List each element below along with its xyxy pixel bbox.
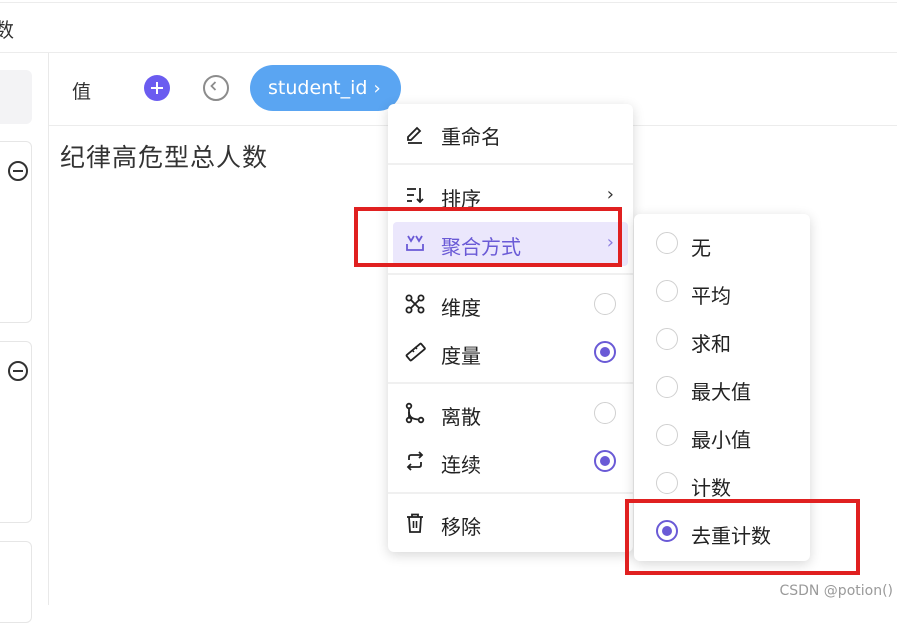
- collapse-button[interactable]: [203, 75, 229, 101]
- menu-divider: [388, 382, 633, 384]
- aggregation-option-max[interactable]: 最大值: [634, 364, 810, 410]
- menu-item-dimension[interactable]: 维度: [393, 283, 628, 327]
- sort-icon: [407, 188, 424, 204]
- field-chip-student-id[interactable]: student_id ›: [250, 65, 401, 111]
- add-field-button[interactable]: [144, 75, 170, 101]
- discrete-icon: [405, 402, 425, 424]
- option-label: 最小值: [691, 428, 751, 452]
- menu-item-label: 重命名: [441, 125, 501, 149]
- menu-item-continuous[interactable]: 连续: [393, 440, 628, 484]
- option-radio[interactable]: [656, 232, 678, 254]
- chip-label: student_id: [268, 77, 368, 99]
- left-panel-card: [0, 141, 32, 323]
- ruler-icon: [405, 342, 426, 362]
- option-label: 无: [691, 236, 711, 260]
- menu-item-discrete[interactable]: 离散: [393, 392, 628, 436]
- aggregation-option-none[interactable]: 无: [634, 220, 810, 266]
- add-circle-icon[interactable]: [7, 360, 29, 382]
- chevron-left-icon: [210, 81, 217, 91]
- dimension-icon: [405, 294, 425, 314]
- left-panel-item[interactable]: [0, 70, 32, 124]
- option-label: 最大值: [691, 380, 751, 404]
- chevron-right-icon: ›: [606, 184, 614, 205]
- field-context-menu: 重命名 排序 › 聚合方式 › 维度 度量 离散 连续 移除: [388, 104, 633, 552]
- menu-item-label: 维度: [441, 296, 481, 320]
- highlight-box: [625, 499, 860, 575]
- menu-item-label: 移除: [441, 515, 481, 539]
- option-label: 计数: [691, 476, 731, 500]
- option-label: 平均: [691, 284, 731, 308]
- menu-item-rename[interactable]: 重命名: [393, 112, 628, 156]
- option-radio[interactable]: [656, 376, 678, 398]
- loop-icon: [406, 451, 424, 471]
- pencil-icon: [407, 126, 422, 144]
- dimension-radio[interactable]: [594, 293, 616, 315]
- chart-title: 纪律高危型总人数: [60, 143, 269, 172]
- option-radio[interactable]: [656, 328, 678, 350]
- aggregation-option-min[interactable]: 最小值: [634, 412, 810, 458]
- left-panel-card: [0, 341, 32, 523]
- option-radio[interactable]: [656, 280, 678, 302]
- watermark: CSDN @potion(): [779, 583, 893, 599]
- aggregation-option-sum[interactable]: 求和: [634, 316, 810, 362]
- discrete-radio[interactable]: [594, 402, 616, 424]
- menu-item-label: 连续: [441, 453, 481, 477]
- option-radio[interactable]: [656, 424, 678, 446]
- aggregation-option-average[interactable]: 平均: [634, 268, 810, 314]
- value-label: 值: [72, 81, 92, 103]
- menu-item-remove[interactable]: 移除: [393, 502, 628, 546]
- top-title: 数: [0, 18, 14, 42]
- top-divider: [0, 2, 897, 3]
- menu-divider: [388, 163, 633, 165]
- menu-item-label: 度量: [441, 344, 481, 368]
- menu-item-measure[interactable]: 度量: [393, 331, 628, 375]
- top-bar: 数: [0, 0, 897, 53]
- option-label: 求和: [691, 332, 731, 356]
- menu-item-label: 离散: [441, 405, 481, 429]
- trash-icon: [407, 513, 423, 533]
- continuous-radio[interactable]: [594, 450, 616, 472]
- menu-divider: [388, 492, 633, 494]
- option-radio[interactable]: [656, 472, 678, 494]
- left-panel: [0, 53, 49, 623]
- measure-radio[interactable]: [594, 341, 616, 363]
- highlight-box: [354, 207, 622, 267]
- menu-divider: [388, 273, 633, 275]
- chevron-right-icon: ›: [373, 78, 381, 99]
- add-circle-icon[interactable]: [7, 160, 29, 182]
- left-panel-card: [0, 541, 32, 623]
